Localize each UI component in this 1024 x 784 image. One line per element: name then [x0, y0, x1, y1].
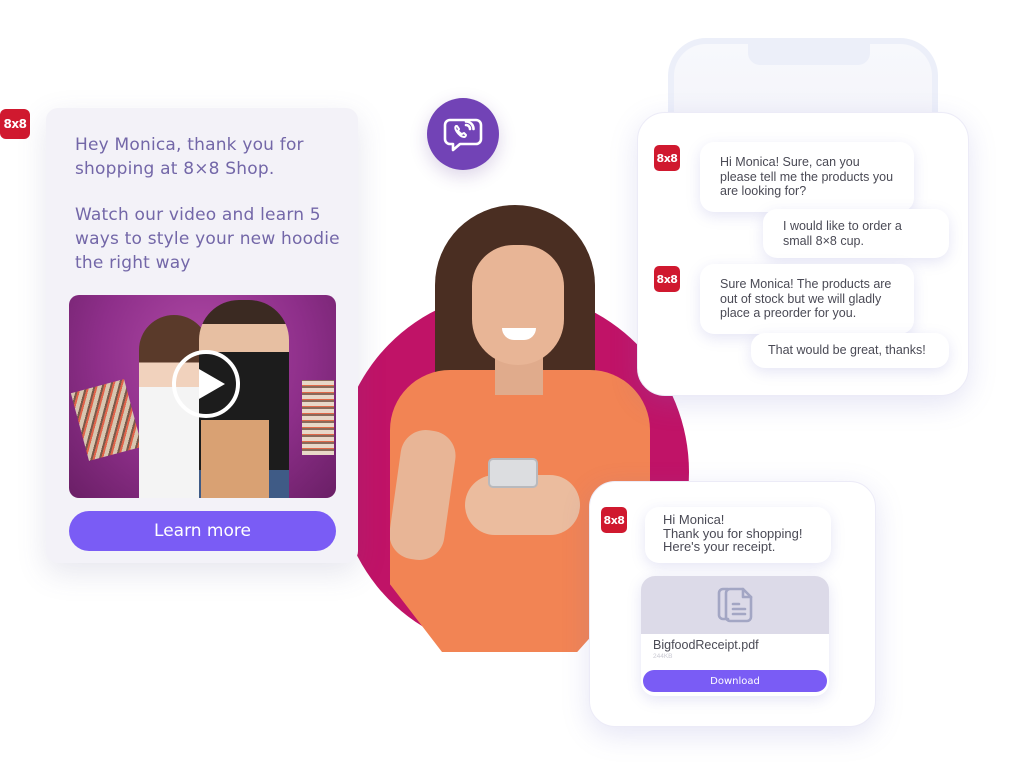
chat-message-user: I would like to order a small 8×8 cup. [763, 209, 949, 258]
file-size: 244KB [653, 653, 673, 660]
agent-avatar: 8x8 [654, 145, 680, 171]
file-attachment[interactable]: BigfoodReceipt.pdf 244KB Download [641, 576, 829, 696]
file-preview [641, 576, 829, 634]
promo-message: Hey Monica, thank you for shopping at 8×… [75, 133, 345, 275]
play-icon[interactable] [172, 350, 240, 418]
chat-conversation-card: 8x8 Hi Monica! Sure, can you please tell… [637, 112, 969, 396]
receipt-message-card: 8x8 Hi Monica! Thank you for shopping! H… [589, 481, 876, 727]
viber-icon [427, 98, 499, 170]
phone-notch [748, 43, 870, 65]
chat-message-agent: Sure Monica! The products are out of sto… [700, 264, 914, 334]
brand-logo-badge: 8x8 [0, 109, 30, 139]
handheld-phone [488, 458, 538, 488]
promo-message-line: Hey Monica, thank you for shopping at 8×… [75, 135, 304, 179]
chat-message-agent: Hi Monica! Sure, can you please tell me … [700, 142, 914, 212]
agent-avatar: 8x8 [654, 266, 680, 292]
shopping-bag [70, 379, 143, 461]
learn-more-button[interactable]: Learn more [69, 511, 336, 551]
agent-avatar: 8x8 [601, 507, 627, 533]
shopping-bag [201, 420, 269, 498]
shopping-bag [302, 380, 334, 455]
promo-message-line: Watch our video and learn 5 ways to styl… [75, 205, 340, 273]
chat-message-user: That would be great, thanks! [751, 333, 949, 368]
receipt-message: Hi Monica! Thank you for shopping! Here'… [645, 507, 831, 563]
video-thumbnail[interactable] [69, 295, 336, 498]
download-button[interactable]: Download [643, 670, 827, 692]
file-name: BigfoodReceipt.pdf [653, 638, 759, 652]
document-icon [717, 587, 753, 623]
face [472, 245, 564, 365]
promo-message-card: Hey Monica, thank you for shopping at 8×… [46, 108, 358, 563]
